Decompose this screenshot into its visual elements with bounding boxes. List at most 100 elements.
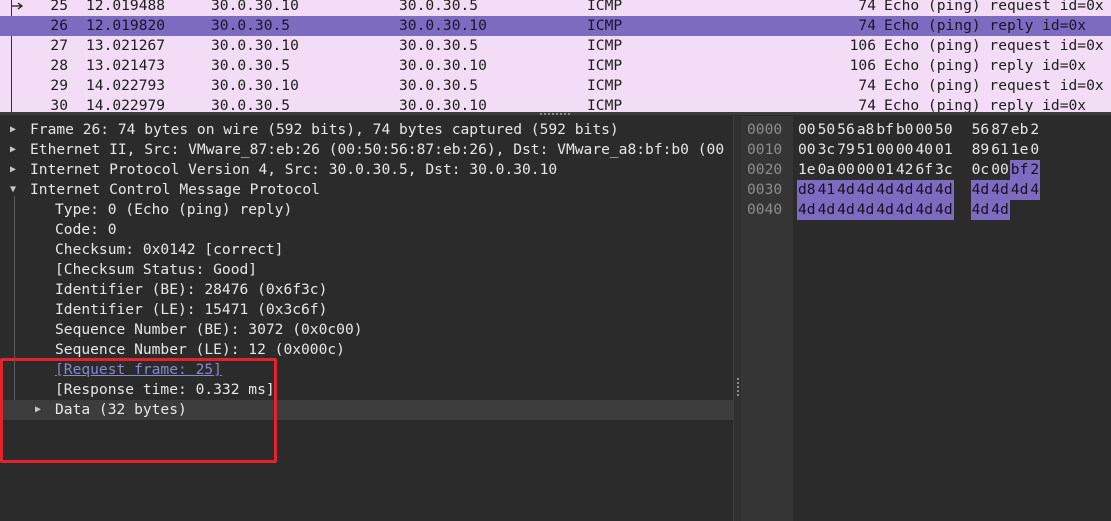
hex-byte[interactable]: 1e [797,160,817,180]
hex-byte[interactable]: 0 [1029,140,1040,160]
hex-byte[interactable]: 89 [971,140,991,160]
hex-byte[interactable]: b0 [895,120,915,140]
field-label: Identifier (BE): 28476 (0x6f3c) [55,281,328,298]
hex-byte[interactable]: 4d [855,180,876,200]
hex-byte[interactable]: 4d [894,200,915,220]
hex-byte[interactable]: 01 [934,140,954,160]
packet-cell-len: 74 [858,0,876,14]
hex-byte[interactable]: 4d [816,200,837,220]
hex-byte[interactable]: 4d [934,180,954,200]
field-checksum[interactable]: Checksum: 0x0142 [correct] [0,240,733,260]
hex-row[interactable]: 4d 4d 4d 4d 4d 4d 4d 4d 4d 4d [797,200,1010,220]
packet-list[interactable]: 25 12.019488 30.0.30.10 30.0.30.5 ICMP 74 Echo… [0,0,1111,114]
hex-byte[interactable]: 56 [836,120,856,140]
hex-byte[interactable]: 00 [797,120,817,140]
hex-byte[interactable]: 6f [914,160,934,180]
tree-item-icmp[interactable]: ▼ Internet Control Message Protocol [0,180,733,200]
hex-byte[interactable]: bf [875,120,895,140]
packet-cell-time: 12.019820 [86,17,166,34]
packet-row[interactable]: 25 12.019488 30.0.30.10 30.0.30.5 ICMP 74 Echo… [0,0,1111,16]
packet-cell-src: 30.0.30.5 [211,17,291,34]
tree-item-ethernet[interactable]: ▶ Ethernet II, Src: VMware_87:eb:26 (00:… [0,140,733,160]
hex-byte[interactable]: 0c [971,160,991,180]
packet-row[interactable]: 28 13.021473 30.0.30.5 30.0.30.10 ICMP 106 Ech… [0,56,1111,76]
field-code[interactable]: Code: 0 [0,220,733,240]
hex-byte[interactable]: 4d [836,180,856,200]
hex-byte[interactable]: 41 [816,180,837,200]
hex-byte[interactable]: 4d [990,180,1010,200]
hex-byte[interactable]: 3c [934,160,954,180]
hex-byte[interactable]: 4d [934,200,954,220]
packet-cell-dst: 30.0.30.10 [399,17,487,34]
hex-byte[interactable]: 00 [990,160,1010,180]
hex-byte[interactable]: 3c [817,140,837,160]
hex-byte[interactable]: 4d [875,180,895,200]
pane-splitter-grip[interactable] [540,113,570,115]
hex-byte[interactable]: 56 [971,120,991,140]
packet-row[interactable]: 26 12.019820 30.0.30.5 30.0.30.10 ICMP 74 Echo… [0,16,1111,36]
hex-row[interactable]: d8 41 4d 4d 4d 4d 4d 4d 4d 4d 4d 4 [797,180,1041,200]
packet-bytes-pane[interactable]: 0000 0010 0020 0030 0040 00 50 56 a8 bf b0 00 50 56 8… [741,116,1111,521]
byte-offset: 0000 [747,121,783,138]
field-sequence-be[interactable]: Sequence Number (BE): 3072 (0x0c00) [0,320,733,340]
hex-byte[interactable]: 01 [875,160,895,180]
hex-byte[interactable]: 4d [914,200,935,220]
field-identifier-be[interactable]: Identifier (BE): 28476 (0x6f3c) [0,280,733,300]
byte-offset: 0010 [747,141,783,158]
hex-byte[interactable]: 4d [797,200,817,220]
hex-byte[interactable]: 4d [855,200,876,220]
packet-cell-info: Echo (ping) request id=0x [884,77,1104,94]
packet-cell-proto: ICMP [587,57,623,74]
hex-byte[interactable]: 50 [934,120,954,140]
hex-byte[interactable]: 00 [914,120,934,140]
hex-byte[interactable]: 4d [875,200,895,220]
hex-byte[interactable]: 4d [894,180,915,200]
field-checksum-status[interactable]: [Checksum Status: Good] [0,260,733,280]
hex-byte[interactable]: 2 [1029,120,1040,140]
hex-byte[interactable]: 1e [1010,140,1030,160]
hex-byte[interactable]: 87 [990,120,1010,140]
hex-byte[interactable]: 00 [836,160,856,180]
field-identifier-le[interactable]: Identifier (LE): 15471 (0x3c6f) [0,300,733,320]
hex-row[interactable]: 00 50 56 a8 bf b0 00 50 56 87 eb 2 [797,120,1040,140]
hex-byte[interactable]: 4d [970,180,991,200]
packet-cell-len: 106 [849,37,876,54]
hex-byte[interactable]: 4d [990,200,1010,220]
hex-byte[interactable]: 4d [914,180,935,200]
hex-byte[interactable]: 51 [856,140,876,160]
packet-row[interactable]: 27 13.021267 30.0.30.10 30.0.30.5 ICMP 106 Ech… [0,36,1111,56]
collapse-arrow-icon[interactable]: ▼ [6,180,20,200]
hex-byte[interactable]: 00 [875,140,895,160]
field-type[interactable]: Type: 0 (Echo (ping) reply) [0,200,733,220]
hex-byte[interactable]: 61 [990,140,1010,160]
hex-byte[interactable]: 42 [895,160,915,180]
hex-byte[interactable]: 79 [836,140,856,160]
packet-cell-src: 30.0.30.10 [211,37,299,54]
hex-row[interactable]: 1e 0a 00 00 01 42 6f 3c 0c 00 bf 2 [797,160,1041,180]
expand-arrow-icon[interactable]: ▶ [6,120,20,140]
hex-byte[interactable]: a8 [856,120,876,140]
packet-row[interactable]: 29 14.022793 30.0.30.10 30.0.30.5 ICMP 74 Echo… [0,76,1111,96]
expand-arrow-icon[interactable]: ▶ [6,140,20,160]
hex-row[interactable]: 00 3c 79 51 00 00 40 01 89 61 1e 0 [797,140,1040,160]
field-sequence-le[interactable]: Sequence Number (LE): 12 (0x000c) [0,340,733,360]
hex-byte[interactable]: 0a [817,160,837,180]
hex-byte[interactable]: 4 [1029,180,1041,200]
hex-byte[interactable]: 4d [970,200,991,220]
hex-byte[interactable]: 00 [895,140,915,160]
hex-byte[interactable]: 4d [1009,180,1030,200]
hex-byte[interactable]: 00 [856,160,876,180]
hex-byte[interactable]: 2 [1029,160,1041,180]
hex-byte[interactable]: 40 [914,140,934,160]
tree-item-ip[interactable]: ▶ Internet Protocol Version 4, Src: 30.0… [0,160,733,180]
hex-byte[interactable]: 4d [836,200,856,220]
hex-byte[interactable]: d8 [797,180,817,200]
hex-byte[interactable]: 50 [817,120,837,140]
hex-byte[interactable]: 00 [797,140,817,160]
packet-cell-len: 74 [858,17,876,34]
hex-byte[interactable]: bf [1009,160,1030,180]
field-label: Type: 0 (Echo (ping) reply) [55,201,293,218]
expand-arrow-icon[interactable]: ▶ [6,160,20,180]
tree-item-frame[interactable]: ▶ Frame 26: 74 bytes on wire (592 bits),… [0,120,733,140]
hex-byte[interactable]: eb [1010,120,1030,140]
